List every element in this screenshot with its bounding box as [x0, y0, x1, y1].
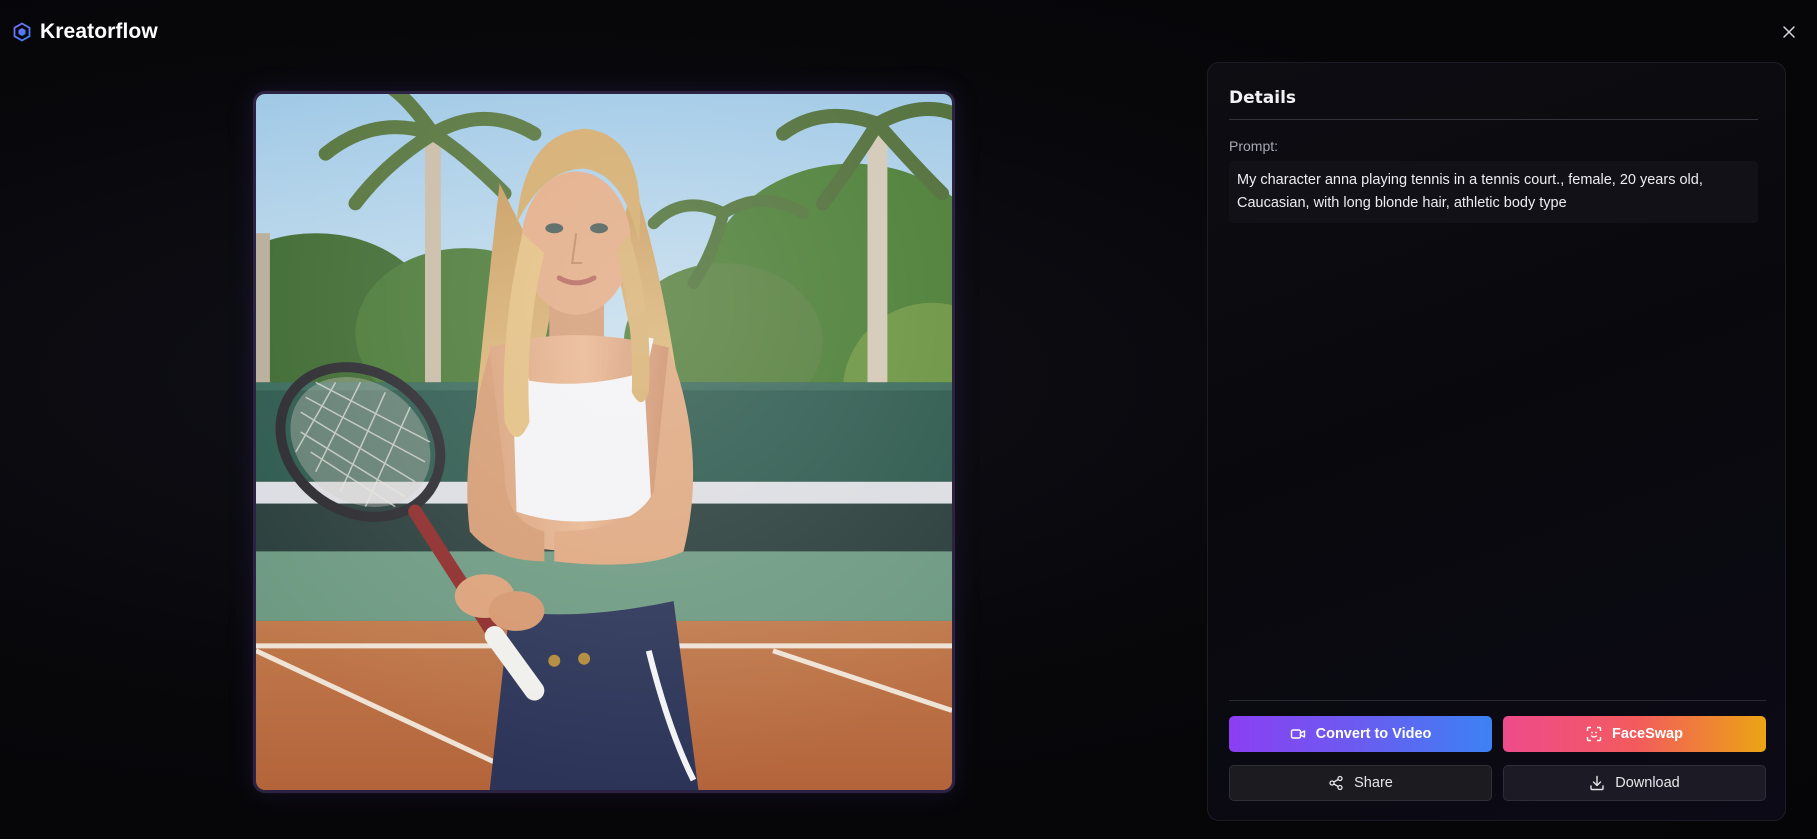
- share-button[interactable]: Share: [1229, 765, 1492, 801]
- download-label: Download: [1615, 775, 1680, 791]
- faceswap-label: FaceSwap: [1612, 726, 1683, 742]
- share-icon: [1329, 775, 1343, 791]
- image-viewer-modal: Kreatorflow Details Prompt: My character…: [0, 0, 1817, 839]
- convert-to-video-label: Convert to Video: [1315, 726, 1432, 742]
- hexagon-logo-icon: [13, 22, 31, 42]
- prompt-text[interactable]: My character anna playing tennis in a te…: [1229, 161, 1758, 223]
- generated-image[interactable]: [253, 91, 955, 793]
- face-scan-icon: [1586, 726, 1602, 742]
- details-panel: Details Prompt: My character anna playin…: [1207, 62, 1786, 821]
- share-label: Share: [1354, 775, 1393, 791]
- download-icon: [1590, 775, 1604, 791]
- app-header: Kreatorflow: [12, 18, 158, 46]
- close-button[interactable]: [1777, 20, 1801, 44]
- tennis-player-image: [256, 94, 952, 790]
- faceswap-button[interactable]: FaceSwap: [1503, 716, 1766, 752]
- app-title: Kreatorflow: [40, 20, 158, 43]
- close-icon: [1783, 26, 1795, 38]
- prompt-label: Prompt:: [1229, 138, 1279, 154]
- details-title: Details: [1229, 88, 1297, 108]
- convert-to-video-button[interactable]: Convert to Video: [1229, 716, 1492, 752]
- download-button[interactable]: Download: [1503, 765, 1766, 801]
- divider: [1229, 700, 1766, 701]
- video-camera-icon: [1290, 729, 1305, 739]
- divider: [1229, 119, 1758, 120]
